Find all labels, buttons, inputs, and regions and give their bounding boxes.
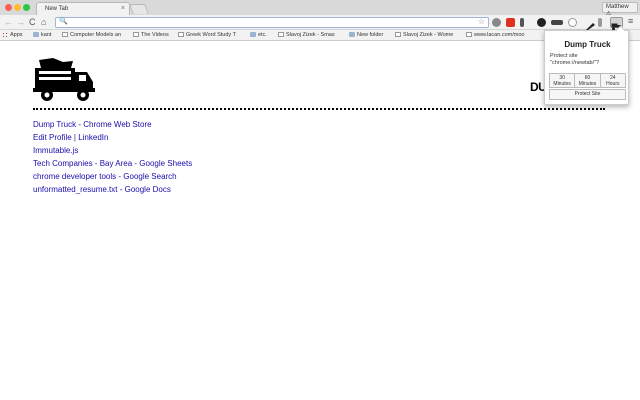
page-icon [395, 32, 401, 37]
page-icon [278, 32, 284, 37]
duration-30-minutes-button[interactable]: 30 Minutes [549, 73, 576, 88]
link-item[interactable]: Tech Companies - Bay Area - Google Sheet… [33, 157, 192, 170]
bookmark-item[interactable]: Computer Models an [62, 31, 121, 40]
reload-icon[interactable]: C [29, 17, 36, 28]
link-item[interactable]: unformatted_resume.txt - Google Docs [33, 183, 192, 196]
extension-icon[interactable] [551, 20, 563, 25]
link-item[interactable]: chrome developer tools - Google Search [33, 170, 192, 183]
page-icon [62, 32, 68, 37]
dump-truck-logo-icon [33, 58, 95, 107]
folder-icon [33, 32, 39, 37]
extension-icon[interactable] [492, 18, 501, 27]
extension-icon[interactable] [585, 18, 596, 30]
apps-icon [2, 32, 8, 37]
extension-icon[interactable] [506, 18, 515, 27]
protect-prompt-line: Protect site [550, 53, 578, 59]
link-item[interactable]: Dump Truck - Chrome Web Store [33, 118, 192, 131]
bookmark-item[interactable]: www.lacan.com/moo [466, 31, 524, 40]
new-tab-button[interactable] [129, 4, 149, 14]
bookmark-item[interactable]: Greek Word Study T [178, 31, 236, 40]
bookmark-item[interactable]: Slavoj Zizek - Wome [395, 31, 453, 40]
bookmark-folder[interactable]: New folder [349, 31, 383, 40]
divider [33, 108, 605, 110]
link-item[interactable]: Edit Profile | LinkedIn [33, 131, 192, 144]
close-window-button[interactable] [5, 4, 12, 11]
page-icon [466, 32, 472, 37]
extension-icon[interactable] [598, 18, 602, 27]
folder-icon [250, 32, 256, 37]
profile-button[interactable]: Matthew ⚠ [602, 2, 638, 17]
bookmark-folder[interactable]: etc. [250, 31, 267, 40]
tab-title: New Tab [45, 6, 69, 12]
address-bar[interactable]: 🔍 ☆ [55, 17, 489, 28]
tab-strip: New Tab × Matthew ⚠ [0, 0, 640, 17]
bookmark-item[interactable]: The Videos [133, 31, 169, 40]
folder-icon [349, 32, 355, 37]
link-list: Dump Truck - Chrome Web Store Edit Profi… [33, 118, 192, 196]
back-arrow-icon[interactable]: ← [4, 17, 13, 28]
home-icon[interactable]: ⌂ [41, 17, 46, 28]
search-icon: 🔍 [59, 18, 68, 25]
duration-60-minutes-button[interactable]: 60 Minutes [575, 73, 601, 88]
protect-prompt: Protect site "chrome://newtab/"? [550, 53, 626, 67]
bookmark-apps[interactable]: Apps [2, 31, 23, 40]
menu-icon[interactable]: ≡ [628, 16, 633, 27]
extension-icon[interactable] [568, 18, 577, 27]
tab-new-tab[interactable]: New Tab × [36, 2, 130, 15]
protect-site-button[interactable]: Protect Site [549, 89, 626, 100]
page-icon [178, 32, 184, 37]
extension-icon[interactable] [520, 18, 524, 27]
bookmark-star-icon[interactable]: ☆ [478, 17, 485, 26]
minimize-window-button[interactable] [14, 4, 21, 11]
dump-truck-popup: Dump Truck Protect site "chrome://newtab… [544, 25, 629, 105]
page-icon [133, 32, 139, 37]
link-item[interactable]: Immutable.js [33, 144, 192, 157]
duration-24-hours-button[interactable]: 24 Hours [600, 73, 626, 88]
bookmark-folder[interactable]: kant [33, 31, 51, 40]
protect-prompt-url: "chrome://newtab/"? [550, 60, 600, 66]
bookmark-item[interactable]: Slavoj Zizek - Smas [278, 31, 335, 40]
extension-icon[interactable] [537, 18, 546, 27]
popup-title: Dump Truck [564, 40, 611, 49]
zoom-window-button[interactable] [23, 4, 30, 11]
forward-arrow-icon[interactable]: → [16, 17, 25, 28]
browser-window: New Tab × Matthew ⚠ ← → C ⌂ 🔍 ☆ ≡ Apps k [0, 0, 640, 400]
duration-buttons: 30 Minutes 60 Minutes 24 Hours [549, 73, 626, 88]
toolbar: ← → C ⌂ 🔍 ☆ ≡ [0, 15, 640, 31]
close-icon[interactable]: × [121, 5, 125, 12]
